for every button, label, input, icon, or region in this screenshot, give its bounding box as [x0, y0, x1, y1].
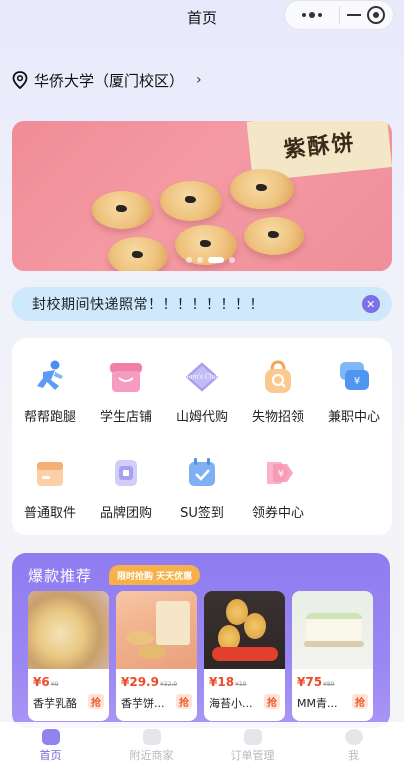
product-card[interactable]: ¥75¥89 MM青... 抢 — [292, 591, 373, 721]
service-grid: 帮帮跑腿 学生店铺 Sam's Club 山姆代购 失物招领 ¥ 兼职中心 普通… — [12, 338, 392, 535]
tab-orders[interactable]: 订单管理 — [202, 722, 303, 770]
product-name: 香芋饼... — [121, 697, 165, 710]
home-icon — [41, 729, 60, 745]
cookie-image — [160, 181, 222, 221]
running-person-icon — [31, 358, 69, 396]
page-title: 首页 — [186, 8, 217, 27]
mini-program-capsule — [284, 0, 394, 30]
product-image — [204, 591, 285, 669]
package-box-icon — [31, 454, 69, 492]
more-dots-icon — [301, 12, 322, 18]
cookie-image — [108, 237, 168, 271]
svg-text:Sam's Club: Sam's Club — [185, 374, 220, 381]
service-group-buy[interactable]: 品牌团购 — [88, 452, 164, 522]
user-icon — [344, 729, 363, 745]
service-label: 学生店铺 — [99, 410, 152, 425]
grab-button[interactable]: 抢 — [176, 694, 192, 709]
carousel-indicator — [186, 257, 235, 263]
lost-found-bag-icon — [259, 358, 297, 396]
location-pin-icon — [12, 71, 28, 89]
promo-banner[interactable]: 紫酥饼 — [12, 121, 392, 271]
product-price: ¥6¥9 — [33, 675, 59, 689]
product-image — [292, 591, 373, 669]
campus-name: 华侨大学（厦门校区） — [34, 71, 185, 90]
tab-label: 订单管理 — [230, 749, 275, 762]
product-card[interactable]: ¥18¥19 海苔小... 抢 — [204, 591, 285, 721]
service-label: 帮帮跑腿 — [23, 410, 76, 425]
svg-text:¥: ¥ — [354, 376, 360, 387]
service-part-time[interactable]: ¥ 兼职中心 — [316, 356, 392, 426]
service-label: 失物招领 — [251, 410, 304, 425]
product-price: ¥75¥89 — [297, 675, 335, 689]
product-price: ¥29.9¥32.9 — [121, 675, 178, 689]
calendar-checkin-icon — [183, 454, 221, 492]
notice-bar: 封校期间快递照常！！！！！！！！ ✕ — [12, 287, 392, 321]
tab-label: 我 — [348, 749, 359, 762]
product-image — [116, 591, 197, 669]
chevron-right-icon: › — [196, 72, 202, 88]
product-card[interactable]: ¥29.9¥32.9 香芋饼... 抢 — [116, 591, 197, 721]
group-buy-icon — [107, 454, 145, 492]
shop-icon — [107, 358, 145, 396]
notice-text: 封校期间快递照常！！！！！！！！ — [32, 297, 264, 313]
coupon-icon: ¥ — [259, 454, 297, 492]
part-time-wallet-icon: ¥ — [335, 358, 373, 396]
tab-label: 首页 — [39, 749, 62, 762]
order-icon — [243, 729, 262, 745]
cookie-image — [92, 191, 152, 229]
close-target-icon — [367, 6, 386, 24]
store-icon — [142, 729, 161, 745]
service-label: SU签到 — [180, 506, 224, 521]
service-pickup[interactable]: 普通取件 — [12, 452, 88, 522]
promo-tag: 限时抢购 天天优惠 — [109, 565, 201, 585]
section-title: 爆款推荐 — [28, 567, 93, 585]
product-card[interactable]: ¥6¥9 香芋乳酪 抢 — [28, 591, 109, 721]
close-icon[interactable]: ✕ — [362, 295, 380, 313]
service-label: 普通取件 — [23, 506, 76, 521]
service-checkin[interactable]: SU签到 — [164, 452, 240, 522]
service-label: 山姆代购 — [175, 410, 228, 425]
grab-button[interactable]: 抢 — [88, 694, 104, 709]
product-name: 香芋乳酪 — [33, 697, 77, 710]
campus-selector[interactable]: 华侨大学（厦门校区） › — [12, 68, 202, 92]
minimize-button[interactable] — [340, 1, 394, 29]
service-student-shop[interactable]: 学生店铺 — [88, 356, 164, 426]
more-button[interactable] — [285, 1, 339, 29]
tab-label: 附近商家 — [129, 749, 174, 762]
sams-club-icon: Sam's Club — [183, 358, 221, 396]
cookie-image — [244, 217, 304, 255]
product-image — [28, 591, 109, 669]
grab-button[interactable]: 抢 — [264, 694, 280, 709]
cookie-image — [230, 169, 294, 209]
product-price: ¥18¥19 — [209, 675, 247, 689]
hot-recommend-section: 爆款推荐 限时抢购 天天优惠 ¥6¥9 香芋乳酪 抢 ¥29.9¥32.9 香芋… — [12, 553, 390, 728]
product-name: MM青... — [297, 697, 338, 710]
tab-me[interactable]: 我 — [303, 722, 404, 770]
service-lost-found[interactable]: 失物招领 — [240, 356, 316, 426]
tab-nearby[interactable]: 附近商家 — [101, 722, 202, 770]
service-label: 兼职中心 — [327, 410, 380, 425]
service-errand[interactable]: 帮帮跑腿 — [12, 356, 88, 426]
tab-home[interactable]: 首页 — [0, 722, 101, 770]
bottom-tab-bar: 首页 附近商家 订单管理 我 — [0, 722, 404, 770]
svg-text:¥: ¥ — [278, 469, 284, 480]
product-name: 海苔小... — [209, 697, 253, 710]
service-label: 品牌团购 — [99, 506, 152, 521]
service-coupon[interactable]: ¥ 领券中心 — [240, 452, 316, 522]
grab-button[interactable]: 抢 — [352, 694, 368, 709]
service-sams[interactable]: Sam's Club 山姆代购 — [164, 356, 240, 426]
service-label: 领券中心 — [251, 506, 304, 521]
minus-icon — [347, 14, 362, 16]
